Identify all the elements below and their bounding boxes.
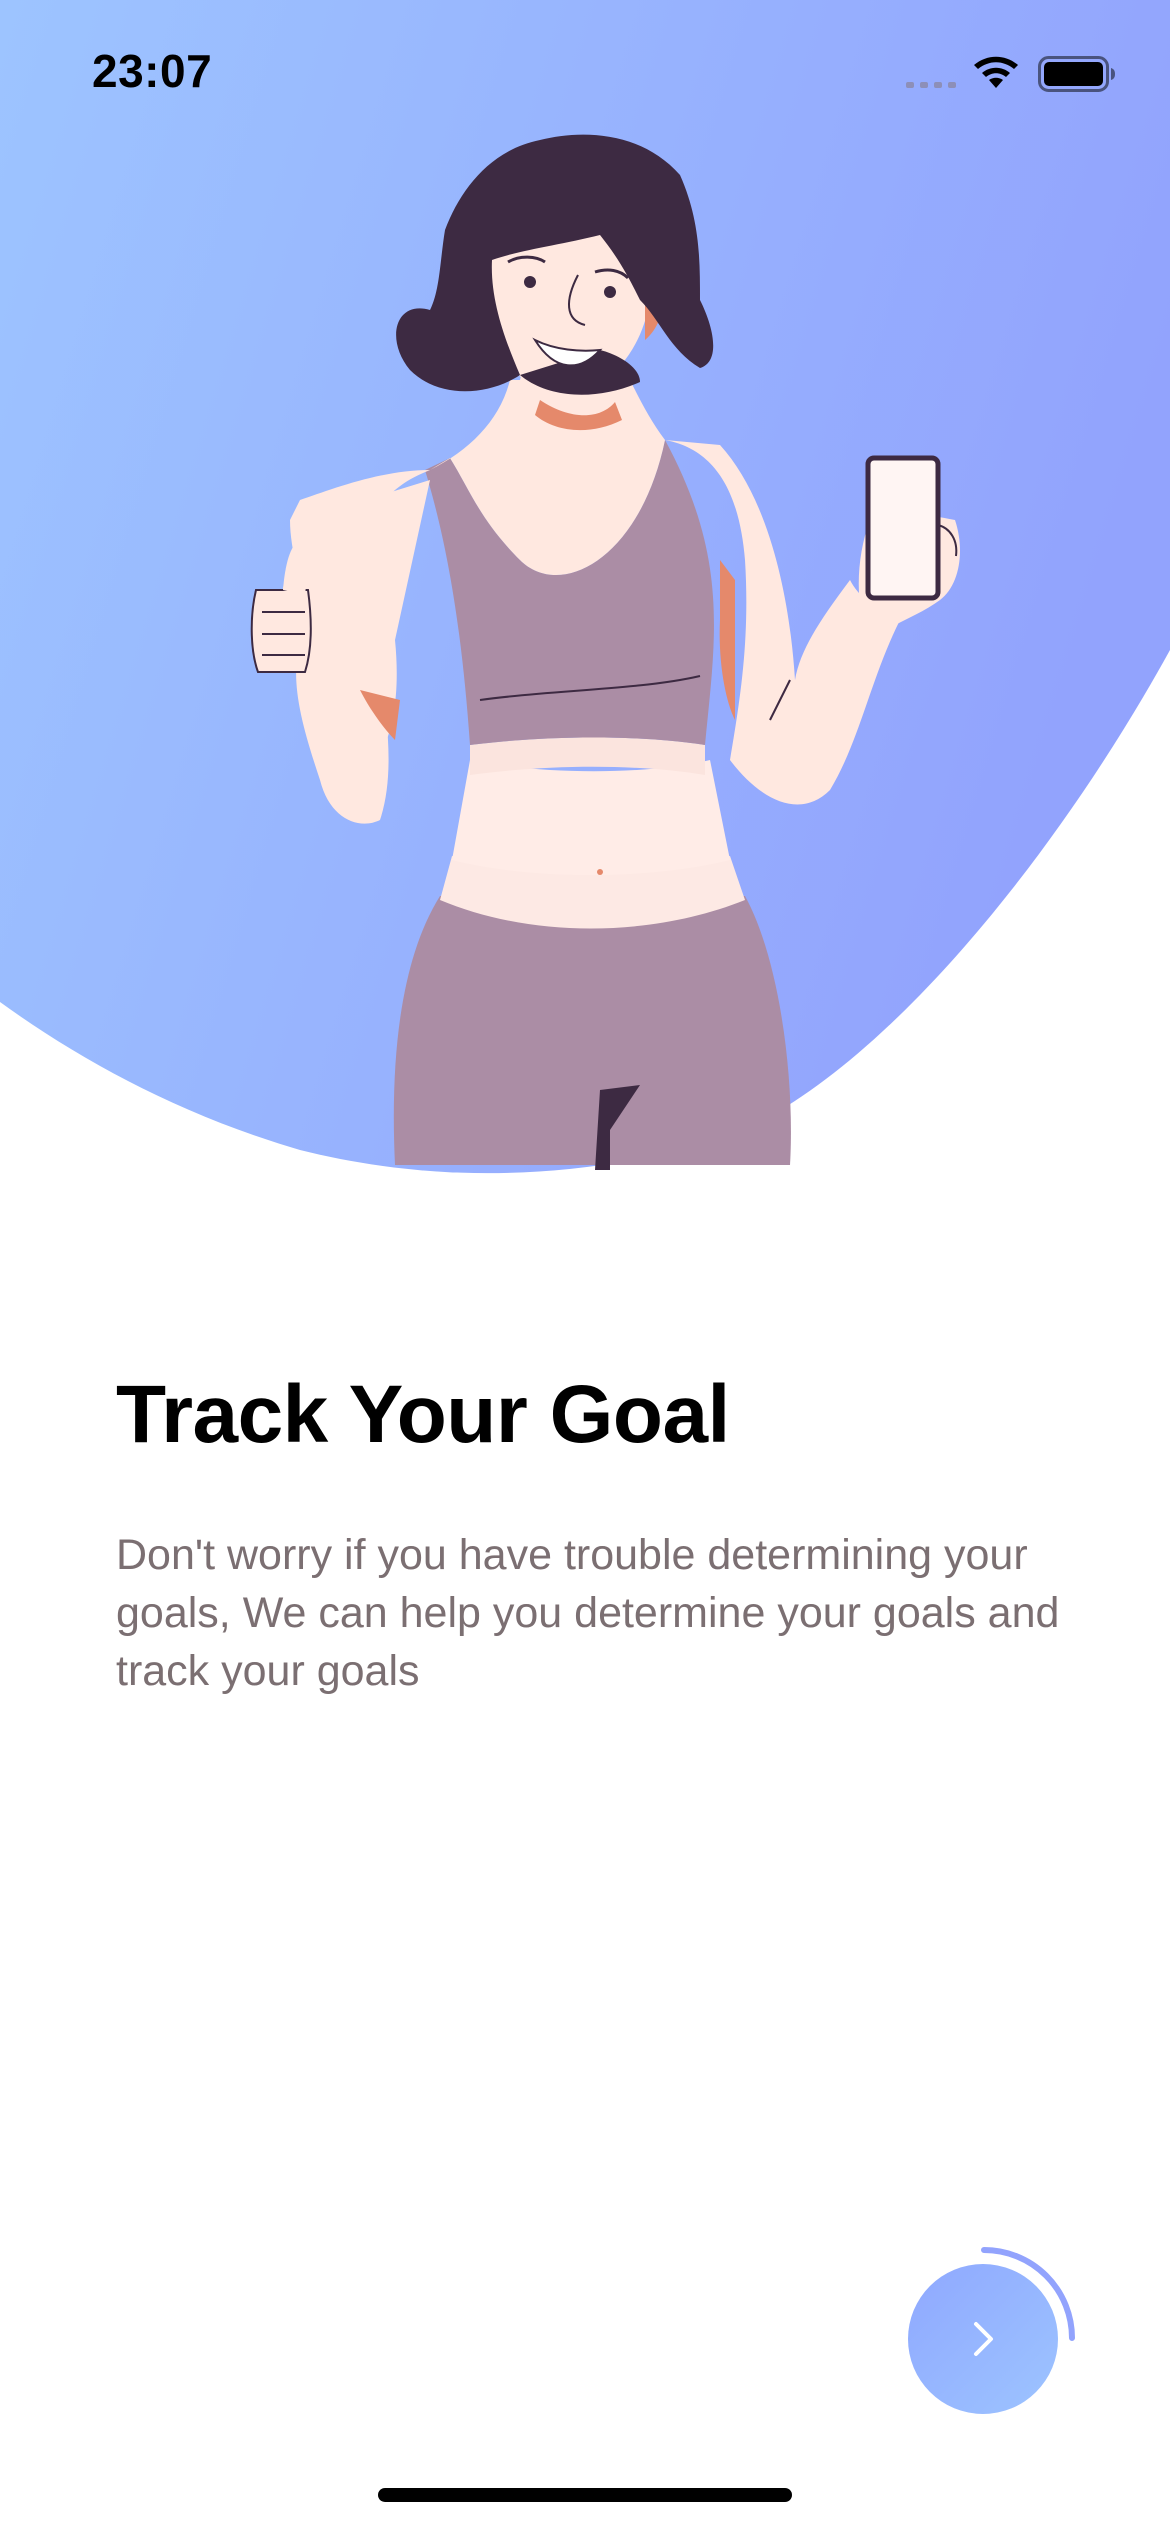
status-bar: 23:07 [0,0,1170,140]
onboarding-description: Don't worry if you have trouble determin… [116,1531,1060,1695]
status-time: 23:07 [92,45,213,97]
hero-illustration [0,0,1170,1200]
battery-icon [1038,56,1115,92]
home-indicator[interactable] [378,2488,792,2502]
signal-icon [906,82,956,88]
chevron-right-icon [974,2322,993,2356]
wifi-icon [974,56,1018,88]
onboarding-screen: 23:07 Track Your Goal Don't worry if you… [0,0,1170,2532]
next-button[interactable] [908,2264,1058,2414]
next-button-wrapper [900,2240,1080,2420]
onboarding-title: Track Your Goal [116,1369,730,1460]
